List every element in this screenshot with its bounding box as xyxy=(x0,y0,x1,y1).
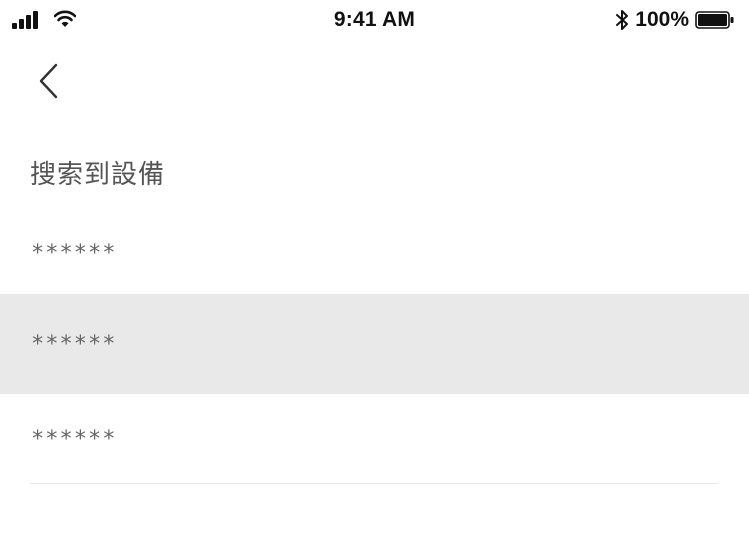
device-list-item[interactable]: ****** xyxy=(0,212,749,294)
status-bar: 9:41 AM 100% xyxy=(0,0,749,40)
battery-icon xyxy=(695,11,734,29)
battery-percent: 100% xyxy=(635,8,689,31)
status-right-group: 100% xyxy=(615,8,735,32)
bluetooth-icon xyxy=(616,10,629,30)
device-name: ****** xyxy=(31,240,117,266)
device-list-item[interactable]: ****** xyxy=(0,394,749,484)
device-name: ****** xyxy=(31,426,117,452)
device-list: ****** ****** ****** xyxy=(0,212,749,484)
page-title: 搜索到設備 xyxy=(30,160,166,190)
back-chevron-icon[interactable] xyxy=(36,62,62,100)
list-divider xyxy=(30,483,718,484)
device-name: ****** xyxy=(31,331,117,357)
device-list-item-selected[interactable]: ****** xyxy=(0,294,749,394)
